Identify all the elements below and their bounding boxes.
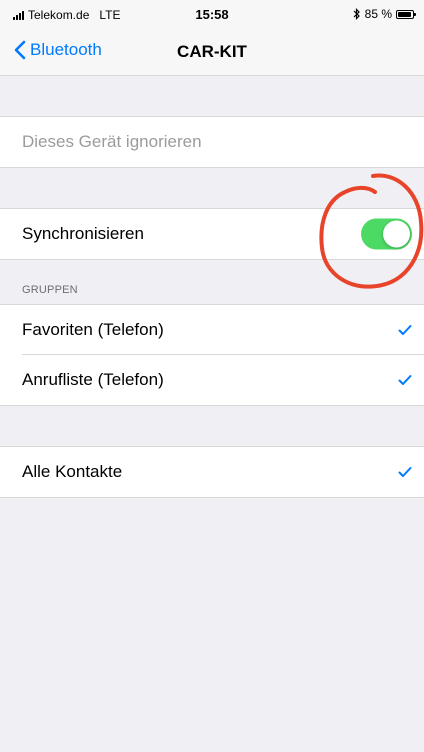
ignore-device-button[interactable]: Dieses Gerät ignorieren	[0, 117, 424, 167]
list-item-call-history[interactable]: Anrufliste (Telefon)	[0, 355, 424, 405]
settings-content: Dieses Gerät ignorieren Synchronisieren …	[0, 76, 424, 752]
page-title: CAR-KIT	[177, 42, 247, 61]
checkmark-icon	[398, 467, 412, 477]
list-item-label: Alle Kontakte	[22, 462, 123, 481]
settings-screen: Telekom.de LTE 15:58 85 % Bluetooth CAR-…	[0, 0, 424, 752]
checkmark-icon	[398, 325, 412, 335]
ignore-device-group: Dieses Gerät ignorieren	[0, 116, 424, 168]
status-left: Telekom.de LTE	[13, 8, 121, 22]
sync-toggle[interactable]	[361, 218, 412, 250]
contacts-group: Alle Kontakte	[0, 446, 424, 498]
battery-icon	[396, 9, 416, 19]
ignore-device-label: Dieses Gerät ignorieren	[22, 132, 202, 151]
sync-label: Synchronisieren	[22, 224, 144, 243]
battery-percent: 85 %	[364, 7, 392, 21]
sync-group: Synchronisieren	[0, 208, 424, 260]
checkmark-icon	[398, 375, 412, 385]
section-header-groups: GRUPPEN	[0, 260, 424, 304]
list-item-all-contacts[interactable]: Alle Kontakte	[0, 447, 424, 497]
signal-icon	[13, 10, 24, 20]
bluetooth-icon	[353, 8, 360, 20]
status-right: 85 %	[353, 7, 416, 21]
carrier-name: Telekom.de	[28, 8, 90, 22]
list-item-favorites[interactable]: Favoriten (Telefon)	[0, 305, 424, 355]
status-time: 15:58	[195, 7, 229, 22]
navigation-bar: Bluetooth CAR-KIT	[0, 28, 424, 76]
sync-row: Synchronisieren	[0, 209, 424, 259]
status-bar: Telekom.de LTE 15:58 85 %	[0, 0, 424, 28]
section-header-label: GRUPPEN	[22, 284, 78, 296]
list-item-label: Anrufliste (Telefon)	[22, 370, 164, 389]
toggle-knob	[383, 220, 410, 248]
groups-list: Favoriten (Telefon) Anrufliste (Telefon)	[0, 304, 424, 406]
network-type: LTE	[99, 8, 121, 22]
list-item-label: Favoriten (Telefon)	[22, 320, 164, 339]
